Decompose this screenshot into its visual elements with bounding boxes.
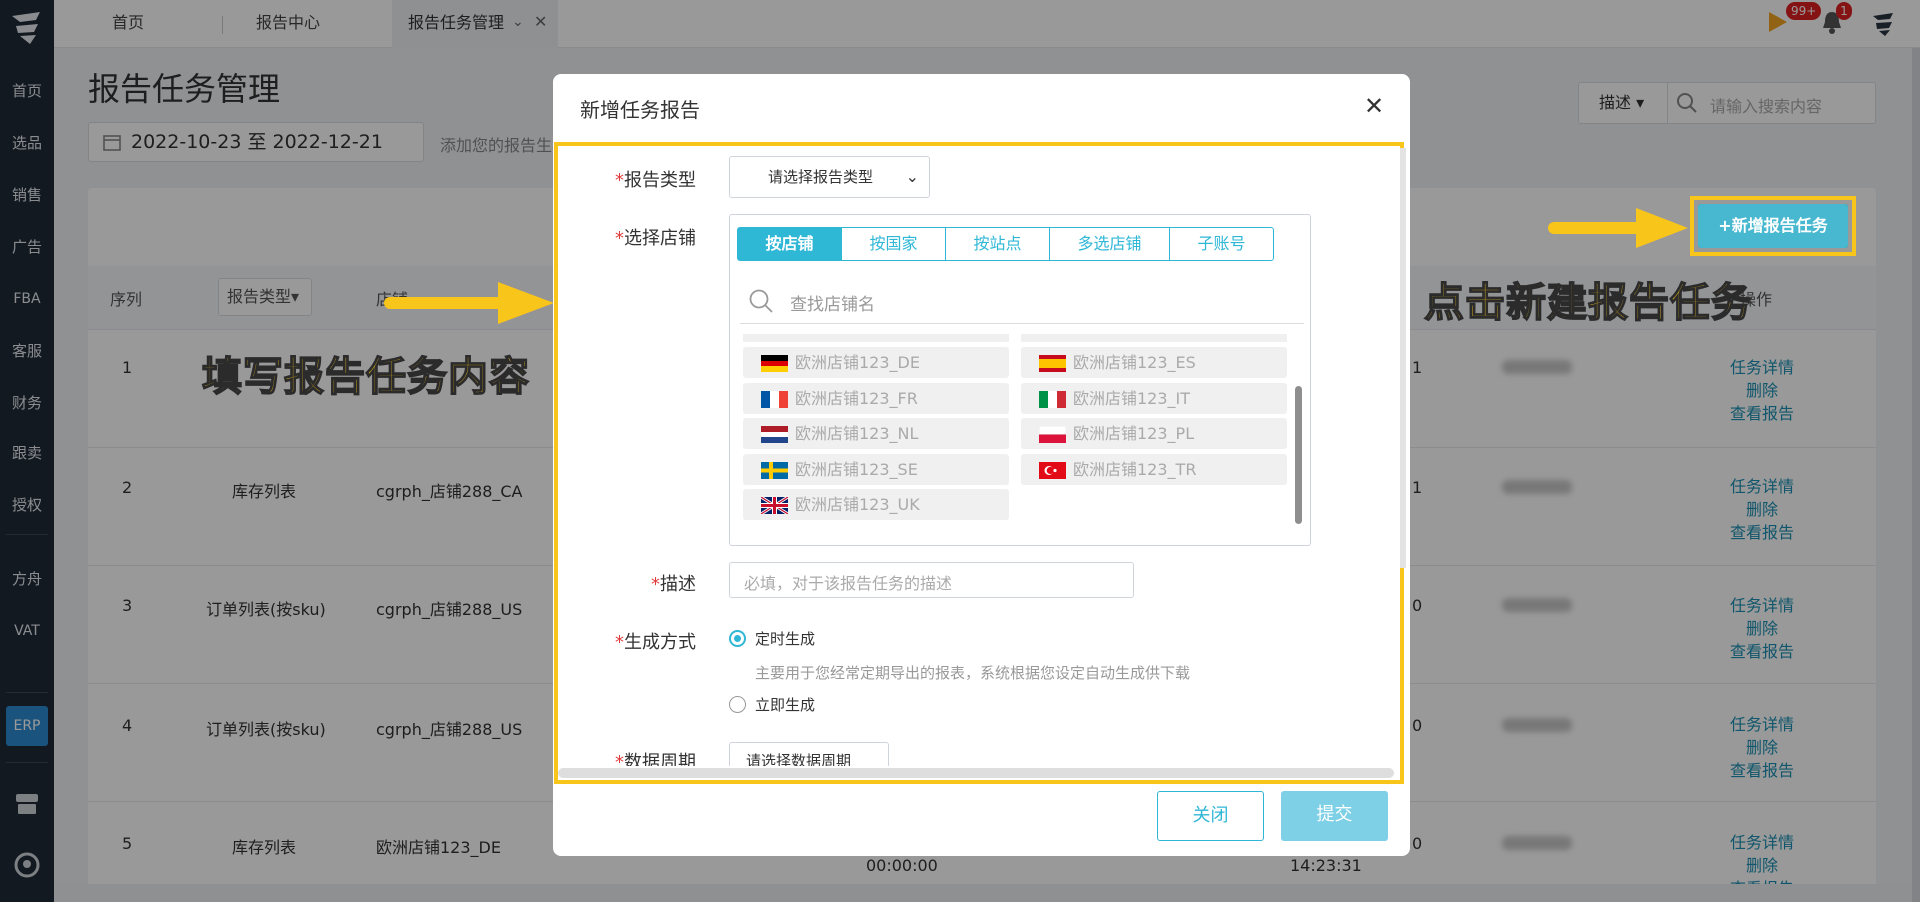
shop-item-partial <box>1021 334 1287 342</box>
desc-input[interactable]: 必填，对于该报告任务的描述 <box>729 562 1134 598</box>
flag-es-icon <box>1039 355 1066 372</box>
shop-item-pl[interactable]: 欧洲店铺123_PL <box>1021 418 1287 449</box>
tab-by-country[interactable]: 按国家 <box>841 227 946 261</box>
shop-list-scrollbar[interactable] <box>1295 386 1302 524</box>
store-search-input[interactable]: 查找店铺名 <box>740 280 1304 324</box>
flag-it-icon <box>1039 391 1066 408</box>
tab-multi-store[interactable]: 多选店铺 <box>1049 227 1170 261</box>
flag-de-icon <box>761 355 788 372</box>
arrow-right-icon <box>384 282 554 324</box>
arrow-right-icon <box>1548 208 1688 248</box>
tab-by-site[interactable]: 按站点 <box>945 227 1050 261</box>
shop-item-it[interactable]: 欧洲店铺123_IT <box>1021 383 1287 414</box>
radio-scheduled[interactable] <box>729 630 746 647</box>
dialog-scrollbar[interactable] <box>1400 148 1406 568</box>
gen-method-label: *生成方式 <box>615 632 696 653</box>
shop-item-fr[interactable]: 欧洲店铺123_FR <box>743 383 1009 414</box>
shop-item-tr[interactable]: 欧洲店铺123_TR <box>1021 454 1287 485</box>
desc-placeholder: 必填，对于该报告任务的描述 <box>744 574 953 593</box>
submit-button[interactable]: 提交 <box>1281 791 1388 841</box>
shop-item-se[interactable]: 欧洲店铺123_SE <box>743 454 1009 485</box>
period-row-clip: *数据周期 请选择数据周期 <box>558 742 1394 766</box>
new-task-button-highlighted[interactable]: +新增报告任务 <box>1698 204 1848 248</box>
desc-label: *描述 <box>651 574 696 595</box>
dialog-title: 新增任务报告 <box>580 98 700 122</box>
store-search-placeholder: 查找店铺名 <box>790 295 875 315</box>
report-type-select[interactable]: 请选择报告类型 ⌄ <box>729 156 930 198</box>
shop-item-es[interactable]: 欧洲店铺123_ES <box>1021 347 1287 378</box>
annotation-fill-content: 填写报告任务内容 <box>201 353 530 401</box>
period-label: *数据周期 <box>615 752 696 766</box>
tab-by-store[interactable]: 按店铺 <box>737 227 842 261</box>
flag-tr-icon <box>1039 462 1066 479</box>
annotation-click-new: 点击新建报告任务 <box>1423 279 1752 327</box>
dialog-h-scrollbar[interactable] <box>558 768 1394 778</box>
shop-item-de[interactable]: 欧洲店铺123_DE <box>743 347 1009 378</box>
radio-scheduled-label[interactable]: 定时生成 <box>755 628 815 649</box>
close-button[interactable]: 关闭 <box>1157 791 1264 841</box>
flag-fr-icon <box>761 391 788 408</box>
flag-se-icon <box>761 462 788 479</box>
report-type-placeholder: 请选择报告类型 <box>768 168 874 186</box>
flag-pl-icon <box>1039 426 1066 443</box>
radio-immediate-label[interactable]: 立即生成 <box>755 694 815 715</box>
radio-immediate[interactable] <box>729 696 746 713</box>
shop-item-nl[interactable]: 欧洲店铺123_NL <box>743 418 1009 449</box>
chevron-down-icon: ⌄ <box>905 167 919 186</box>
report-type-label: *报告类型 <box>615 170 696 191</box>
tab-sub-account[interactable]: 子账号 <box>1169 227 1274 261</box>
store-label: *选择店铺 <box>615 228 696 249</box>
flag-uk-icon <box>761 497 788 514</box>
shop-item-partial <box>743 334 1009 342</box>
radio-scheduled-hint: 主要用于您经常定期导出的报表，系统根据您设定自动生成供下载 <box>755 664 1191 682</box>
close-icon[interactable]: ✕ <box>1364 92 1384 120</box>
period-select[interactable]: 请选择数据周期 <box>729 742 889 766</box>
flag-nl-icon <box>761 426 788 443</box>
shop-item-uk[interactable]: 欧洲店铺123_UK <box>743 489 1009 520</box>
